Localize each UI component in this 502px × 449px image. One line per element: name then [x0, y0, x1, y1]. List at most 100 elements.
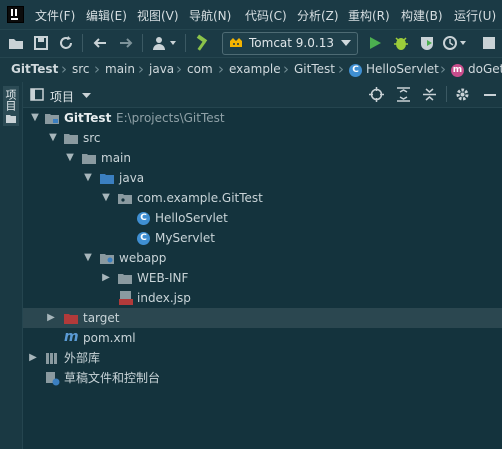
tree-row-myservlet[interactable]	[23, 228, 502, 248]
tree-java-label: java	[119, 171, 145, 185]
breadcrumb-helloservlet[interactable]: HelloServlet	[366, 62, 439, 76]
open-folder-icon[interactable]	[7, 34, 25, 52]
menu-view[interactable]: 视图(V)	[137, 7, 179, 24]
chevron-down-icon[interactable]: ▼	[29, 108, 41, 128]
breadcrumb-project[interactable]: GitTest	[11, 62, 58, 76]
tree-webinf-label: WEB-INF	[137, 271, 189, 285]
toolbar-separator	[142, 34, 143, 52]
tree-class-helloservlet: HelloServlet	[155, 211, 228, 225]
save-icon[interactable]	[32, 34, 50, 52]
expand-all-icon[interactable]	[396, 87, 411, 102]
chevron-down-icon[interactable]	[82, 93, 91, 99]
tree-class-myservlet: MyServlet	[155, 231, 215, 245]
chevron-down-icon[interactable]: ▼	[47, 128, 59, 148]
menu-edit[interactable]: 编辑(E)	[86, 7, 127, 24]
tree-webapp-label: webapp	[119, 251, 167, 265]
project-tool-tab-label: 项目	[4, 89, 17, 111]
menu-file[interactable]: 文件(F)	[35, 7, 75, 24]
chevron-down-icon[interactable]: ▼	[64, 148, 76, 168]
class-icon: C	[349, 64, 362, 77]
debug-icon[interactable]	[392, 34, 410, 52]
tree-pom-label: pom.xml	[83, 331, 136, 345]
build-hammer-icon[interactable]	[193, 34, 211, 52]
toolbar-separator	[185, 34, 186, 52]
chevron-right-icon[interactable]: ▶	[100, 268, 112, 288]
minimize-icon[interactable]	[484, 94, 496, 97]
gear-icon[interactable]	[455, 87, 470, 102]
tool-window-strip	[0, 82, 23, 449]
chevron-right-icon[interactable]: ▶	[27, 348, 39, 368]
class-icon: C	[137, 232, 150, 245]
project-panel-title[interactable]: 项目	[50, 88, 74, 105]
chevron-right-icon[interactable]: ▶	[45, 308, 57, 328]
chevron-down-icon[interactable]: ▼	[82, 248, 94, 268]
tree-package-label: com.example.GitTest	[137, 191, 263, 205]
web-folder-icon	[100, 254, 114, 264]
folder-icon	[6, 115, 16, 123]
breadcrumb-separator-icon: ›	[138, 60, 144, 78]
breadcrumb-separator-icon: ›	[338, 60, 344, 78]
menu-analyze[interactable]: 分析(Z)	[297, 7, 339, 24]
breadcrumb-separator-icon: ›	[176, 60, 182, 78]
user-dropdown-icon[interactable]	[151, 34, 179, 52]
tree-root-name: GitTest	[64, 111, 112, 125]
module-folder-icon	[45, 114, 59, 124]
forward-arrow-icon[interactable]	[117, 34, 135, 52]
coverage-icon[interactable]	[418, 34, 436, 52]
intellij-logo-icon	[7, 6, 24, 23]
run-config-label: Tomcat 9.0.13	[249, 36, 334, 50]
breadcrumb-separator-icon: ›	[61, 60, 67, 78]
tree-indexjsp-label: index.jsp	[137, 291, 191, 305]
tree-row-webapp[interactable]	[23, 248, 502, 268]
stop-icon[interactable]	[480, 34, 498, 52]
tree-row-webinf[interactable]	[23, 268, 502, 288]
locate-target-icon[interactable]	[369, 87, 384, 102]
chevron-down-icon[interactable]: ▼	[100, 188, 112, 208]
chevron-down-icon[interactable]: ▼	[82, 168, 94, 188]
tree-src-label: src	[83, 131, 101, 145]
collapse-all-icon[interactable]	[422, 87, 437, 102]
source-folder-icon	[100, 174, 114, 184]
menu-code[interactable]: 代码(C)	[245, 7, 287, 24]
breadcrumb-com[interactable]: com	[187, 62, 213, 76]
menu-refactor[interactable]: 重构(R)	[348, 7, 390, 24]
profile-icon[interactable]	[442, 34, 468, 52]
breadcrumb-java[interactable]: java	[149, 62, 174, 76]
breadcrumb-main[interactable]: main	[105, 62, 135, 76]
tree-root-path: E:\projects\GitTest	[116, 111, 225, 125]
tree-external-libs-label: 外部库	[64, 351, 101, 365]
menu-run[interactable]: 运行(U)	[454, 7, 496, 24]
project-tool-tab[interactable]: 项目	[3, 86, 19, 126]
tree-target-label: target	[83, 311, 120, 325]
tree-row-helloservlet[interactable]	[23, 208, 502, 228]
tree-row-java[interactable]	[23, 168, 502, 188]
breadcrumb-src[interactable]: src	[72, 62, 90, 76]
sync-icon[interactable]	[57, 34, 75, 52]
package-icon	[118, 194, 132, 204]
folder-icon	[64, 134, 78, 144]
tree-main-label: main	[101, 151, 131, 165]
run-icon[interactable]	[366, 34, 384, 52]
tree-row-indexjsp[interactable]	[23, 288, 502, 308]
header-separator	[446, 86, 447, 102]
menu-build[interactable]: 构建(B)	[401, 7, 443, 24]
breadcrumb-separator-icon: ›	[218, 60, 224, 78]
breadcrumb-gittest[interactable]: GitTest	[294, 62, 335, 76]
library-icon	[46, 353, 57, 364]
folder-icon	[118, 274, 132, 284]
breadcrumb-separator-icon: ›	[94, 60, 100, 78]
breadcrumb-example[interactable]: example	[229, 62, 281, 76]
run-config-select[interactable]: Tomcat 9.0.13	[222, 32, 358, 55]
folder-icon	[82, 154, 96, 164]
menu-navigate[interactable]: 导航(N)	[189, 7, 231, 24]
chevron-down-icon	[341, 40, 351, 46]
breadcrumb-separator-icon: ›	[283, 60, 289, 78]
class-icon: C	[137, 212, 150, 225]
excluded-folder-icon	[64, 314, 78, 324]
scratches-icon	[46, 372, 60, 386]
jsp-file-icon	[119, 291, 133, 305]
back-arrow-icon[interactable]	[91, 34, 109, 52]
method-icon: m	[451, 64, 464, 77]
tree-scratches-label: 草稿文件和控制台	[64, 371, 161, 385]
breadcrumb-doget[interactable]: doGet	[468, 62, 502, 76]
